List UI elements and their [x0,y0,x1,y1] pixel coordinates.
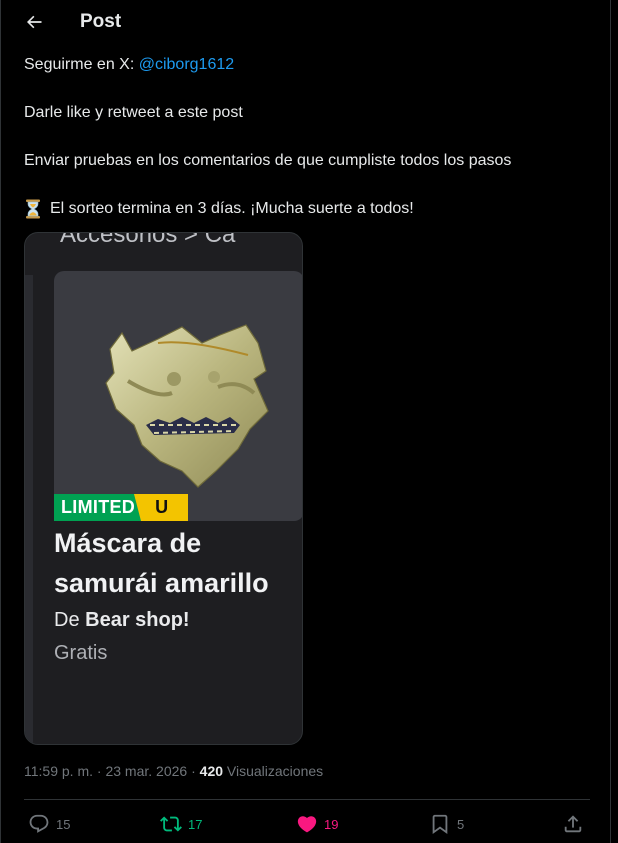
product-price: Gratis [54,642,108,664]
like-button[interactable]: 19 [296,812,338,836]
share-button[interactable] [562,812,590,836]
reply-count: 15 [56,816,71,832]
post-line-ending: El sorteo termina en 3 días. ¡Mucha suer… [24,199,414,219]
retweet-count: 17 [188,816,203,832]
product-title: Máscara de samurái amarillo [54,528,269,598]
right-border [610,0,611,843]
ending-text: El sorteo termina en 3 días. ¡Mucha suer… [50,200,414,217]
product-card [54,271,302,521]
views-count: 420 [199,763,224,779]
page-title: Post [80,11,122,32]
like-count: 19 [324,816,339,832]
views-label: Visualizaciones [226,763,324,779]
retweet-icon [160,816,182,832]
bookmark-button[interactable]: 5 [429,812,464,836]
u-badge: U [134,494,189,521]
hourglass-icon [26,199,40,219]
retweet-button[interactable]: 17 [160,812,202,836]
divider [24,799,590,800]
media-left-panel [25,275,33,744]
mention-link[interactable]: @ciborg1612 [139,56,234,73]
post-date[interactable]: 23 mar. 2026 [105,763,187,779]
bookmark-icon [432,814,448,835]
share-icon [564,815,582,833]
header: Post [0,0,605,44]
shop-prefix: De [54,609,86,631]
follow-text: Seguirme en X: [24,56,139,73]
post-line-follow: Seguirme en X: @ciborg1612 [24,55,234,75]
heart-icon [297,816,317,833]
post-time[interactable]: 11:59 p. m. [24,763,93,779]
post-media-image[interactable]: Accesorios > Ca LIMITED U Máscara de sam… [24,232,303,745]
bookmark-count: 5 [457,816,465,832]
left-border [0,0,1,843]
arrow-left-icon [27,15,42,29]
post-meta: 11:59 p. m. · 23 mar. 2026 · 420 Visuali… [24,763,324,779]
back-button[interactable] [22,10,46,34]
shop-name: Bear shop! [85,609,190,631]
limited-badge: LIMITED [54,494,142,521]
samurai-mask-image [105,324,269,488]
post-line-proof: Enviar pruebas en los comentarios de que… [24,152,512,169]
media-breadcrumb-cut: Accesorios > Ca [60,232,236,248]
reply-icon [29,814,49,833]
reply-button[interactable]: 15 [28,812,70,836]
product-shop: De Bear shop! [54,609,190,632]
rarity-badge: LIMITED U [54,494,189,521]
post-line-like: Darle like y retweet a este post [24,104,243,121]
